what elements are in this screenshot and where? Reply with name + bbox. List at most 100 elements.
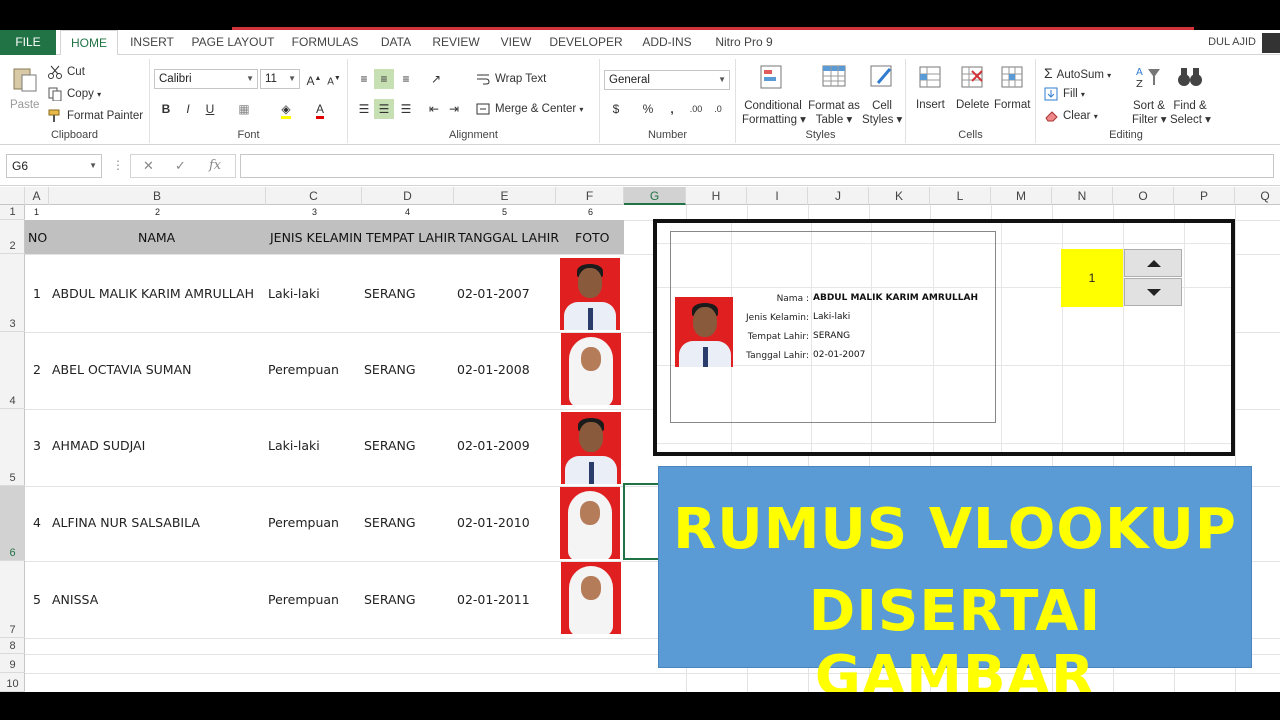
cell-tanggal-lahir[interactable]: 02-01-2008: [457, 362, 530, 377]
card-value-jenis-kelamin[interactable]: Laki-laki: [813, 312, 850, 322]
insert-cells-icon[interactable]: [916, 63, 944, 89]
row-2[interactable]: 2: [0, 220, 25, 254]
cell-jenis-kelamin[interactable]: Laki-laki: [268, 438, 320, 453]
cell-tanggal-lahir[interactable]: 02-01-2011: [457, 592, 530, 607]
cell-no[interactable]: 2: [33, 362, 41, 377]
formula-input[interactable]: [240, 154, 1274, 178]
format-button[interactable]: Format: [994, 99, 1030, 111]
align-right-icon[interactable]: ☰: [396, 99, 416, 119]
cell-jenis-kelamin[interactable]: Perempuan: [268, 515, 339, 530]
spin-up-button[interactable]: [1124, 249, 1182, 277]
cell-tanggal-lahir[interactable]: 02-01-2009: [457, 438, 530, 453]
student-photo[interactable]: [561, 562, 621, 634]
cell-tanggal-lahir[interactable]: 02-01-2010: [457, 515, 530, 530]
header-foto[interactable]: FOTO: [575, 230, 610, 245]
cell-no[interactable]: 4: [33, 515, 41, 530]
card-value-tanggal-lahir[interactable]: 02-01-2007: [813, 350, 865, 360]
find-select-button[interactable]: Find & Select ▾: [1170, 99, 1211, 127]
cell-tempat-lahir[interactable]: SERANG: [364, 438, 416, 453]
student-photo[interactable]: [561, 412, 621, 484]
fill-button[interactable]: Fill ▾: [1044, 87, 1085, 101]
row-8[interactable]: 8: [0, 638, 25, 654]
sort-filter-button[interactable]: Sort & Filter ▾: [1132, 99, 1167, 127]
cancel-icon[interactable]: ✕: [143, 158, 154, 174]
check-icon[interactable]: ✓: [175, 158, 186, 174]
sort-filter-icon[interactable]: AZ: [1134, 63, 1162, 90]
paste-button[interactable]: Paste: [10, 99, 39, 111]
align-left-icon[interactable]: ☰: [354, 99, 374, 119]
insert-button[interactable]: Insert: [916, 99, 945, 111]
tab-file[interactable]: FILE: [0, 30, 56, 55]
delete-cells-icon[interactable]: [958, 63, 986, 89]
column-k[interactable]: K: [869, 187, 930, 205]
column-j[interactable]: J: [808, 187, 869, 205]
card-value-tempat-lahir[interactable]: SERANG: [813, 331, 850, 341]
tab-developer[interactable]: DEVELOPER: [548, 30, 624, 55]
cell-tempat-lahir[interactable]: SERANG: [364, 286, 416, 301]
tab-review[interactable]: REVIEW: [428, 30, 484, 55]
column-l[interactable]: L: [930, 187, 991, 205]
cut-button[interactable]: Cut: [48, 65, 85, 79]
user-name[interactable]: DUL AJID: [1208, 30, 1256, 55]
cell-nama[interactable]: ALFINA NUR SALSABILA: [52, 515, 200, 530]
column-d[interactable]: D: [362, 187, 454, 205]
shrink-font-button[interactable]: A▼: [324, 69, 344, 89]
delete-button[interactable]: Delete: [956, 99, 989, 111]
align-middle-icon[interactable]: ≡: [374, 69, 394, 89]
cell-tempat-lahir[interactable]: SERANG: [364, 592, 416, 607]
align-top-icon[interactable]: ≡: [354, 69, 374, 89]
index-cell[interactable]: 3: [312, 207, 317, 217]
format-painter-button[interactable]: Format Painter: [48, 109, 143, 123]
column-g[interactable]: G: [624, 187, 686, 205]
row-6[interactable]: 6: [0, 486, 25, 561]
card-photo[interactable]: [675, 297, 733, 367]
column-c[interactable]: C: [266, 187, 362, 205]
tab-add-ins[interactable]: ADD-INS: [634, 30, 700, 55]
row-1[interactable]: 1: [0, 205, 25, 220]
tab-view[interactable]: VIEW: [494, 30, 538, 55]
column-a[interactable]: A: [25, 187, 49, 205]
tab-home[interactable]: HOME: [60, 30, 118, 56]
header-tempat-lahir[interactable]: TEMPAT LAHIR: [366, 230, 456, 245]
cell-nama[interactable]: ABDUL MALIK KARIM AMRULLAH: [52, 286, 254, 301]
student-photo[interactable]: [561, 333, 621, 405]
row-7[interactable]: 7: [0, 561, 25, 638]
row-3[interactable]: 3: [0, 254, 25, 332]
cell-nama[interactable]: AHMAD SUDJAI: [52, 438, 145, 453]
index-cell[interactable]: 6: [588, 207, 593, 217]
tab-insert[interactable]: INSERT: [124, 30, 180, 55]
currency-icon[interactable]: $: [606, 99, 626, 119]
bold-button[interactable]: B: [156, 99, 176, 119]
font-color-button[interactable]: A: [310, 99, 330, 119]
decrease-indent-icon[interactable]: ⇤: [424, 99, 444, 119]
increase-decimal-icon[interactable]: .00: [686, 99, 706, 119]
cell-no[interactable]: 3: [33, 438, 41, 453]
column-o[interactable]: O: [1113, 187, 1174, 205]
format-as-table-icon[interactable]: [820, 63, 848, 89]
header-no[interactable]: NO: [28, 230, 47, 245]
cell-nama[interactable]: ABEL OCTAVIA SUMAN: [52, 362, 191, 377]
copy-button[interactable]: Copy ▾: [48, 87, 101, 102]
cell-jenis-kelamin[interactable]: Perempuan: [268, 362, 339, 377]
cell-no[interactable]: 1: [33, 286, 41, 301]
italic-button[interactable]: I: [178, 99, 198, 119]
index-cell[interactable]: 5: [502, 207, 507, 217]
orientation-icon[interactable]: ↗: [426, 69, 446, 89]
cell-styles-button[interactable]: Cell Styles ▾: [862, 99, 902, 127]
insert-function-icon[interactable]: fx: [209, 158, 221, 173]
tab-formulas[interactable]: FORMULAS: [286, 30, 364, 55]
column-q[interactable]: Q: [1235, 187, 1280, 205]
binoculars-icon[interactable]: [1176, 63, 1204, 89]
tab-page-layout[interactable]: PAGE LAYOUT: [190, 30, 276, 55]
select-all-corner[interactable]: [0, 187, 25, 205]
column-i[interactable]: I: [747, 187, 808, 205]
font-size-combo[interactable]: 11 ▼: [260, 69, 300, 89]
underline-button[interactable]: U: [200, 99, 220, 119]
decrease-decimal-icon[interactable]: .0: [708, 99, 728, 119]
tab-nitro-pro[interactable]: Nitro Pro 9: [708, 30, 780, 55]
row-5[interactable]: 5: [0, 409, 25, 486]
align-center-icon[interactable]: ☰: [374, 99, 394, 119]
cell-tempat-lahir[interactable]: SERANG: [364, 362, 416, 377]
font-name-combo[interactable]: Calibri ▼: [154, 69, 258, 89]
cell-tanggal-lahir[interactable]: 02-01-2007: [457, 286, 530, 301]
